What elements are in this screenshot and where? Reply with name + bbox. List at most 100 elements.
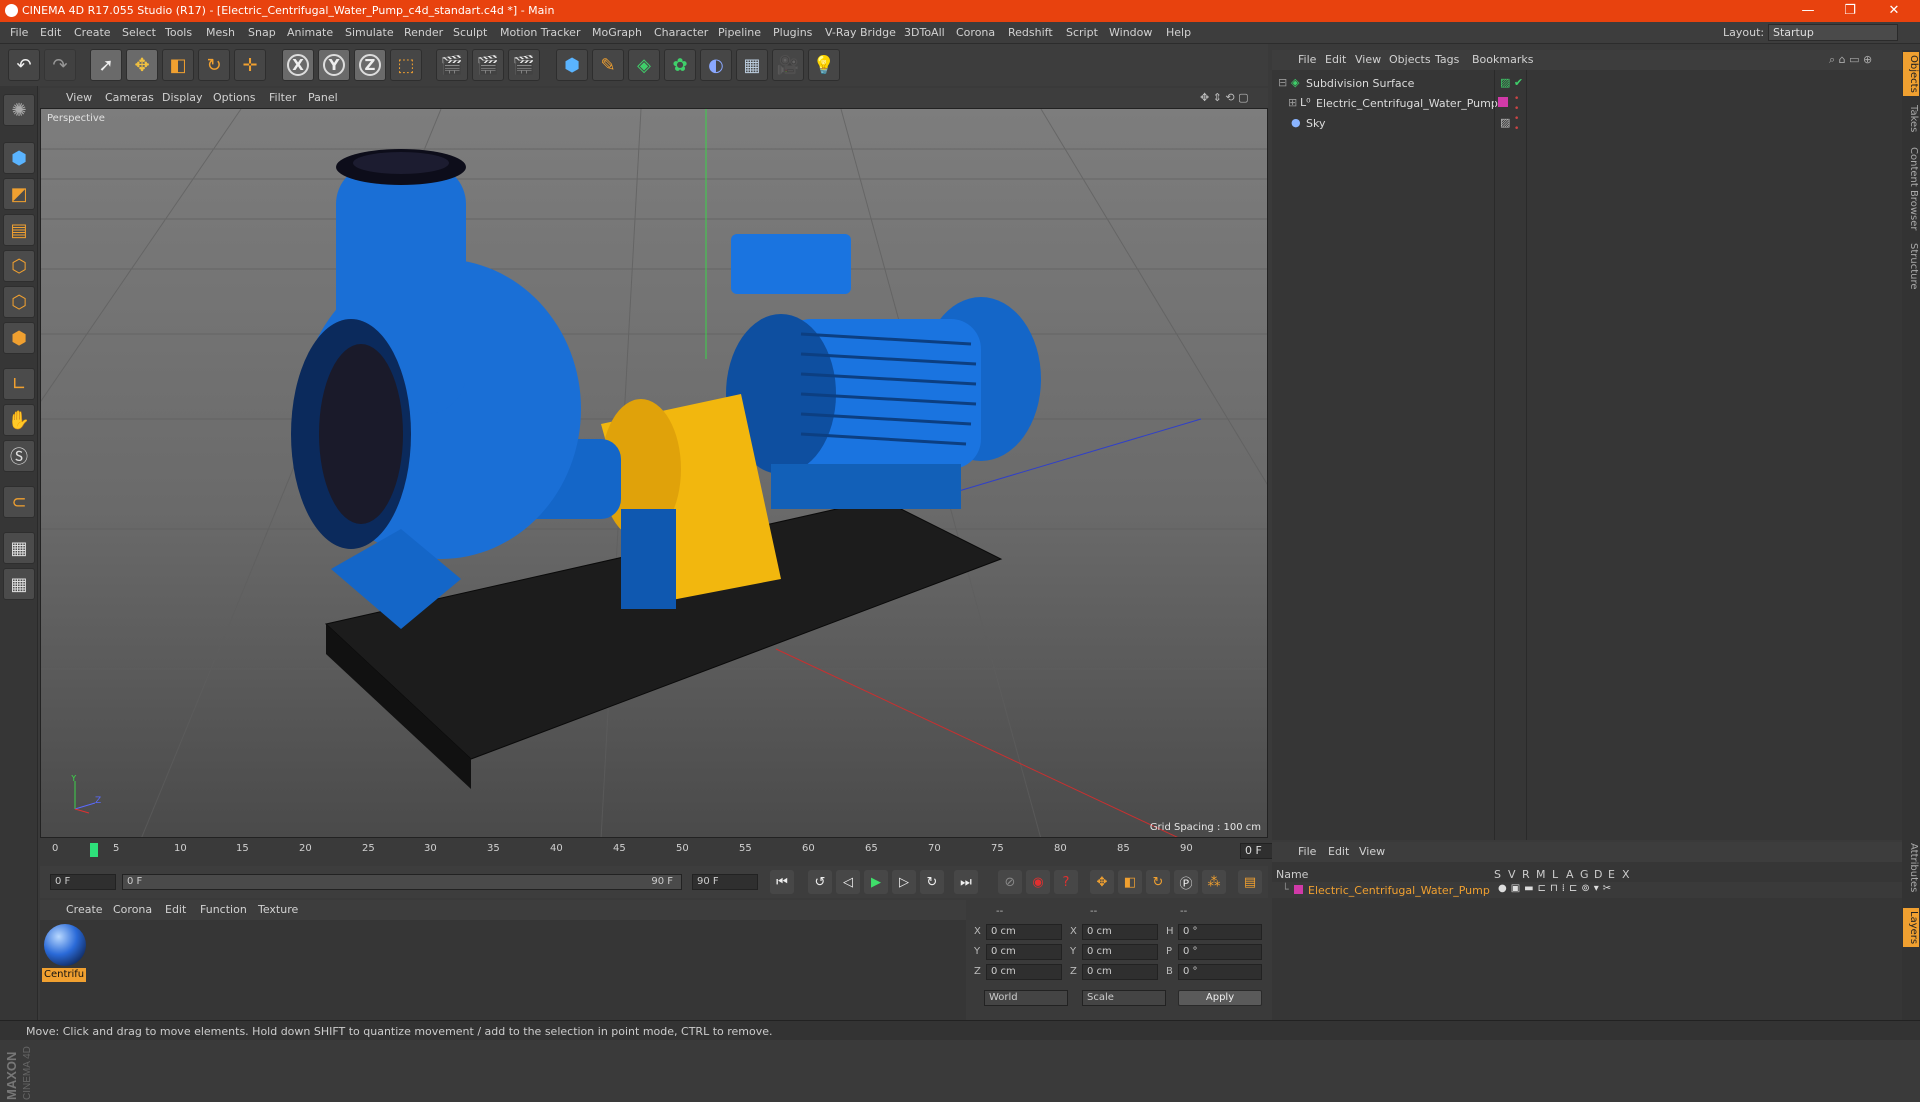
tab-structure[interactable]: Structure [1903, 240, 1919, 293]
polygons-mode-icon[interactable]: ⬢ [3, 322, 35, 354]
redo-icon[interactable]: ↷ [44, 49, 76, 81]
axis-mode-icon[interactable]: ∟ [3, 368, 35, 400]
viewport-menu-cameras[interactable]: Cameras [105, 91, 154, 104]
timeline-ruler[interactable]: 0 5 10 15 20 25 30 35 40 45 50 55 60 65 … [40, 840, 1304, 864]
key-pla-icon[interactable]: ⁂ [1202, 870, 1226, 894]
pen-spline-icon[interactable]: ✎ [592, 49, 624, 81]
play-icon[interactable]: ▶ [864, 870, 888, 894]
end-frame-field[interactable]: 90 F [692, 874, 758, 890]
workplane-icon[interactable]: ▤ [3, 214, 35, 246]
menu-redshift[interactable]: Redshift [1008, 26, 1053, 39]
menu-create[interactable]: Create [74, 26, 111, 39]
menu-file[interactable]: File [10, 26, 28, 39]
rotation-b-field[interactable]: 0 ° [1178, 964, 1262, 980]
material-preview[interactable] [44, 924, 86, 966]
expand-toggle-icon[interactable]: ⊟ [1278, 76, 1287, 89]
edges-mode-icon[interactable]: ⬡ [3, 286, 35, 318]
menu-vray-bridge[interactable]: V-Ray Bridge [825, 26, 896, 39]
go-to-end-icon[interactable]: ⏭ [954, 870, 978, 894]
menu-tools[interactable]: Tools [165, 26, 192, 39]
viewport-menu-options[interactable]: Options [213, 91, 255, 104]
move-icon[interactable]: ✥ [126, 49, 158, 81]
objects-menu-file[interactable]: File [1298, 53, 1316, 66]
undo-icon[interactable]: ↶ [8, 49, 40, 81]
render-picture-viewer-icon[interactable]: 🎬 [472, 49, 504, 81]
key-position-icon[interactable]: ✥ [1090, 870, 1114, 894]
planar-workplane-icon[interactable]: ▦ [3, 568, 35, 600]
timeline-window-icon[interactable]: ▤ [1238, 870, 1262, 894]
menu-script[interactable]: Script [1066, 26, 1098, 39]
layer-name[interactable]: Electric_Centrifugal_Water_Pump [1308, 884, 1490, 897]
layer-toggles-icon[interactable]: ●▣▬⊏⊓⁞⊏⊚▾✂ [1498, 883, 1615, 894]
layer-menu-file[interactable]: File [1298, 845, 1316, 858]
position-x-field[interactable]: 0 cm [986, 924, 1062, 940]
make-editable-icon[interactable]: ⬢ [3, 142, 35, 174]
key-parameter-icon[interactable]: Ⓟ [1174, 870, 1198, 894]
y-axis-icon[interactable]: Y [318, 49, 350, 81]
floor-icon[interactable]: ▦ [736, 49, 768, 81]
apply-button[interactable]: Apply [1178, 990, 1262, 1006]
minimize-button[interactable]: — [1788, 1, 1828, 21]
record-keys-icon[interactable]: ⊘ [998, 870, 1022, 894]
objects-menu-bookmarks[interactable]: Bookmarks [1472, 53, 1533, 66]
material-menu-texture[interactable]: Texture [258, 903, 298, 916]
menu-edit[interactable]: Edit [40, 26, 61, 39]
scale-icon[interactable]: ◧ [162, 49, 194, 81]
key-rotation-icon[interactable]: ↻ [1146, 870, 1170, 894]
go-to-start-icon[interactable]: ⏮ [770, 870, 794, 894]
key-scale-icon[interactable]: ◧ [1118, 870, 1142, 894]
position-y-field[interactable]: 0 cm [986, 944, 1062, 960]
object-row-sky[interactable]: ● Sky ▨ • • [1272, 114, 1902, 134]
layout-dropdown[interactable]: Startup [1768, 24, 1898, 41]
menu-window[interactable]: Window [1109, 26, 1152, 39]
enabled-check-icon[interactable]: ▨ ✔ [1500, 76, 1523, 89]
texture-mode-icon[interactable]: ◩ [3, 178, 35, 210]
menu-simulate[interactable]: Simulate [345, 26, 394, 39]
tab-attributes[interactable]: Attributes [1903, 840, 1919, 895]
layer-row[interactable]: └ Electric_Centrifugal_Water_Pump ●▣▬⊏⊓⁞… [1272, 882, 1902, 898]
visibility-dots-icon[interactable]: • • [1514, 114, 1519, 134]
viewport-menu-filter[interactable]: Filter [269, 91, 296, 104]
rotation-p-field[interactable]: 0 ° [1178, 944, 1262, 960]
light-icon[interactable]: 💡 [808, 49, 840, 81]
keyframe-selection-icon[interactable]: ? [1054, 870, 1078, 894]
start-frame-field[interactable]: 0 F [50, 874, 116, 890]
cube-icon[interactable]: ⬢ [556, 49, 588, 81]
viewport-nav-icons[interactable]: ✥ ⇕ ⟲ ▢ [1200, 91, 1249, 104]
viewport-menu-panel[interactable]: Panel [308, 91, 338, 104]
next-key-icon[interactable]: ↻ [920, 870, 944, 894]
sky-tag-icon[interactable]: ▨ [1500, 116, 1510, 129]
object-row-subdivision[interactable]: ⊟ ◈ Subdivision Surface ▨ ✔ [1272, 74, 1902, 92]
snap-icon[interactable]: Ⓢ [3, 440, 35, 472]
sculpt-mode-icon[interactable]: ✺ [3, 94, 35, 126]
objects-search-icon[interactable]: ⌕ ⌂ ▭ ⊕ [1829, 53, 1872, 67]
material-menu-function[interactable]: Function [200, 903, 247, 916]
camera-icon[interactable]: 🎥 [772, 49, 804, 81]
next-frame-icon[interactable]: ▷ [892, 870, 916, 894]
material-menu-corona[interactable]: Corona [113, 903, 152, 916]
visibility-dots-icon[interactable]: • • [1514, 94, 1519, 114]
deformer-icon[interactable]: ◐ [700, 49, 732, 81]
menu-pipeline[interactable]: Pipeline [718, 26, 761, 39]
lock-workplane-icon[interactable]: ▦ [3, 532, 35, 564]
layer-menu-view[interactable]: View [1359, 845, 1385, 858]
menu-3dtoall[interactable]: 3DToAll [904, 26, 945, 39]
object-row-pump[interactable]: ⊞ L⁰ Electric_Centrifugal_Water_Pump • • [1272, 94, 1902, 114]
restore-button[interactable]: ❐ [1830, 1, 1870, 21]
menu-plugins[interactable]: Plugins [773, 26, 812, 39]
tweak-mode-icon[interactable]: ✋ [3, 404, 35, 436]
render-settings-icon[interactable]: 🎬 [508, 49, 540, 81]
tab-content-browser[interactable]: Content Browser [1903, 144, 1919, 233]
autokey-icon[interactable]: ◉ [1026, 870, 1050, 894]
material-name[interactable]: Centrifu [42, 968, 86, 982]
previous-key-icon[interactable]: ↺ [808, 870, 832, 894]
playhead[interactable] [90, 843, 98, 857]
cloner-icon[interactable]: ✿ [664, 49, 696, 81]
size-y-field[interactable]: 0 cm [1082, 944, 1158, 960]
points-mode-icon[interactable]: ⬡ [3, 250, 35, 282]
rotation-h-field[interactable]: 0 ° [1178, 924, 1262, 940]
expand-toggle-icon[interactable]: ⊞ [1288, 96, 1297, 109]
magnet-icon[interactable]: ⊂ [3, 486, 35, 518]
transform-icon[interactable]: ✛ [234, 49, 266, 81]
coordinate-system-icon[interactable]: ⬚ [390, 49, 422, 81]
